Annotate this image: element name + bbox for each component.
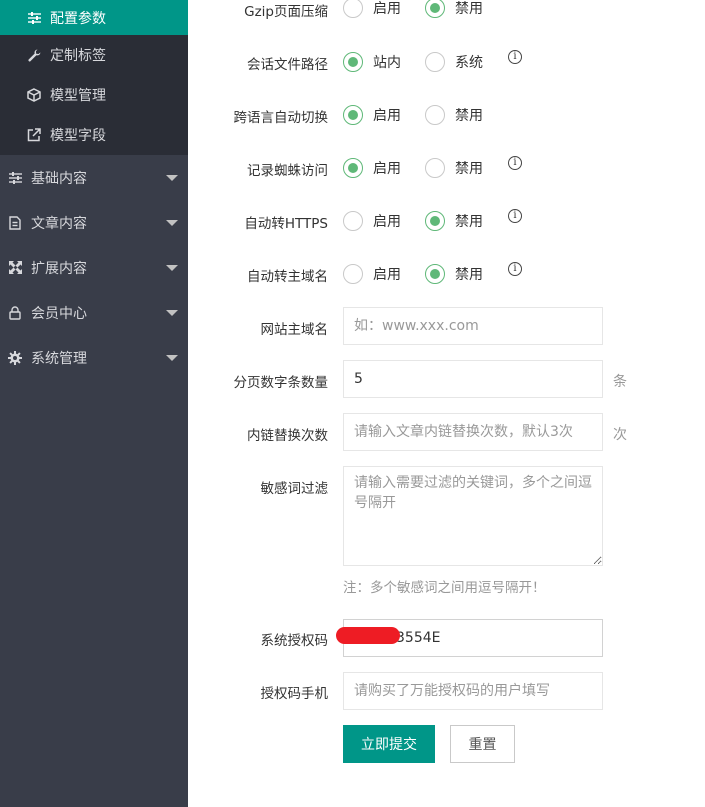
info-icon[interactable]: i — [508, 50, 522, 64]
submit-button[interactable]: 立即提交 — [343, 725, 435, 763]
sidebar-item-member-center[interactable]: 会员中心 — [0, 290, 188, 335]
radio-button[interactable] — [425, 264, 445, 284]
sidebar-item-label: 系统管理 — [31, 350, 87, 367]
inner-link-input[interactable] — [343, 413, 603, 451]
info-icon[interactable]: i — [508, 209, 522, 223]
chevron-down-icon — [166, 354, 178, 361]
gzip-option-enable[interactable]: 启用 — [343, 0, 401, 18]
spider-log-option-enable[interactable]: 启用 — [343, 158, 401, 178]
inner-link-label: 内链替换次数 — [247, 428, 328, 444]
radio-button[interactable] — [425, 158, 445, 178]
radio-button[interactable] — [343, 158, 363, 178]
option-label: 启用 — [373, 267, 401, 283]
sliders-icon — [27, 11, 41, 25]
info-icon[interactable]: i — [508, 262, 522, 276]
gear-icon — [8, 350, 22, 365]
inner-link-unit: 次 — [613, 427, 627, 443]
sidebar-item-label: 模型管理 — [50, 88, 106, 104]
auto-main-domain-option-disable[interactable]: 禁用 — [425, 264, 483, 284]
gzip-option-disable[interactable]: 禁用 — [425, 0, 483, 18]
option-label: 系统 — [455, 55, 483, 71]
radio-button[interactable] — [425, 0, 445, 18]
option-label: 启用 — [373, 1, 401, 17]
spider-log-label: 记录蜘蛛访问 — [247, 163, 328, 179]
sliders-icon — [8, 171, 22, 185]
sidebar-item-label: 会员中心 — [31, 305, 87, 322]
redaction-mark — [336, 627, 400, 644]
sensitive-hint: 注：多个敏感词之间用逗号隔开！ — [343, 580, 546, 596]
option-label: 启用 — [373, 108, 401, 124]
radio-button[interactable] — [425, 105, 445, 125]
info-icon[interactable]: i — [508, 156, 522, 170]
license-phone-label: 授权码手机 — [260, 686, 329, 702]
sidebar-item-label: 文章内容 — [31, 215, 87, 232]
session-path-option-site[interactable]: 站内 — [343, 52, 401, 72]
sidebar-item-basic-content[interactable]: 基础内容 — [0, 155, 188, 200]
gzip-label: Gzip页面压缩 — [244, 4, 328, 20]
radio-button[interactable] — [425, 211, 445, 231]
option-label: 禁用 — [455, 108, 483, 124]
radio-button[interactable] — [343, 264, 363, 284]
sidebar-submenu: 配置参数 定制标签 模型管理 模型字段 — [0, 0, 188, 155]
sidebar-item-label: 配置参数 — [50, 10, 106, 27]
auto-main-domain-option-enable[interactable]: 启用 — [343, 264, 401, 284]
wrench-icon — [27, 48, 41, 62]
session-path-option-system[interactable]: 系统 — [425, 52, 483, 72]
lang-switch-option-enable[interactable]: 启用 — [343, 105, 401, 125]
chevron-down-icon — [166, 309, 178, 316]
document-icon — [8, 215, 22, 230]
expand-icon — [8, 261, 22, 275]
sidebar-item-custom-tags[interactable]: 定制标签 — [0, 35, 188, 75]
sidebar-item-label: 扩展内容 — [31, 260, 87, 277]
auto-https-option-enable[interactable]: 启用 — [343, 211, 401, 231]
option-label: 禁用 — [455, 267, 483, 283]
session-path-label: 会话文件路径 — [247, 57, 328, 73]
chevron-down-icon — [166, 264, 178, 271]
external-link-icon — [27, 128, 41, 142]
cube-icon — [27, 88, 41, 102]
main-domain-input[interactable] — [343, 307, 603, 345]
lock-icon — [8, 305, 22, 320]
radio-button[interactable] — [343, 211, 363, 231]
page-count-label: 分页数字条数量 — [233, 375, 329, 391]
option-label: 禁用 — [455, 214, 483, 230]
sidebar-item-model-fields[interactable]: 模型字段 — [0, 115, 188, 155]
option-label: 禁用 — [455, 161, 483, 177]
spider-log-option-disable[interactable]: 禁用 — [425, 158, 483, 178]
chevron-down-icon — [166, 219, 178, 226]
sensitive-words-textarea[interactable] — [343, 466, 603, 566]
sidebar-item-model-manage[interactable]: 模型管理 — [0, 75, 188, 115]
option-label: 启用 — [373, 161, 401, 177]
radio-button[interactable] — [343, 0, 363, 18]
radio-button[interactable] — [343, 52, 363, 72]
sensitive-label: 敏感词过滤 — [260, 481, 329, 497]
license-label: 系统授权码 — [260, 633, 329, 649]
sidebar-item-config-params[interactable]: 配置参数 — [0, 0, 188, 35]
lang-switch-label: 跨语言自动切换 — [233, 110, 329, 126]
sidebar-item-label: 基础内容 — [31, 170, 87, 187]
sidebar-item-label: 定制标签 — [50, 48, 106, 64]
sidebar: 配置参数 定制标签 模型管理 模型字段 基础内容 文章内容 扩展内容 会员中心 … — [0, 0, 188, 807]
option-label: 站内 — [373, 55, 401, 71]
sidebar-item-article-content[interactable]: 文章内容 — [0, 200, 188, 245]
option-label: 启用 — [373, 214, 401, 230]
auto-main-domain-label: 自动转主域名 — [247, 269, 328, 285]
sidebar-item-extend-content[interactable]: 扩展内容 — [0, 245, 188, 290]
option-label: 禁用 — [455, 1, 483, 17]
auto-https-label: 自动转HTTPS — [244, 216, 328, 232]
auto-https-option-disable[interactable]: 禁用 — [425, 211, 483, 231]
license-phone-input[interactable] — [343, 672, 603, 710]
reset-button[interactable]: 重置 — [450, 725, 515, 763]
radio-button[interactable] — [425, 52, 445, 72]
page-count-input[interactable] — [343, 360, 603, 398]
page-count-unit: 条 — [613, 374, 627, 390]
sidebar-item-system-manage[interactable]: 系统管理 — [0, 335, 188, 380]
lang-switch-option-disable[interactable]: 禁用 — [425, 105, 483, 125]
sidebar-item-label: 模型字段 — [50, 128, 106, 144]
radio-button[interactable] — [343, 105, 363, 125]
main-domain-label: 网站主域名 — [260, 322, 329, 338]
chevron-down-icon — [166, 174, 178, 181]
